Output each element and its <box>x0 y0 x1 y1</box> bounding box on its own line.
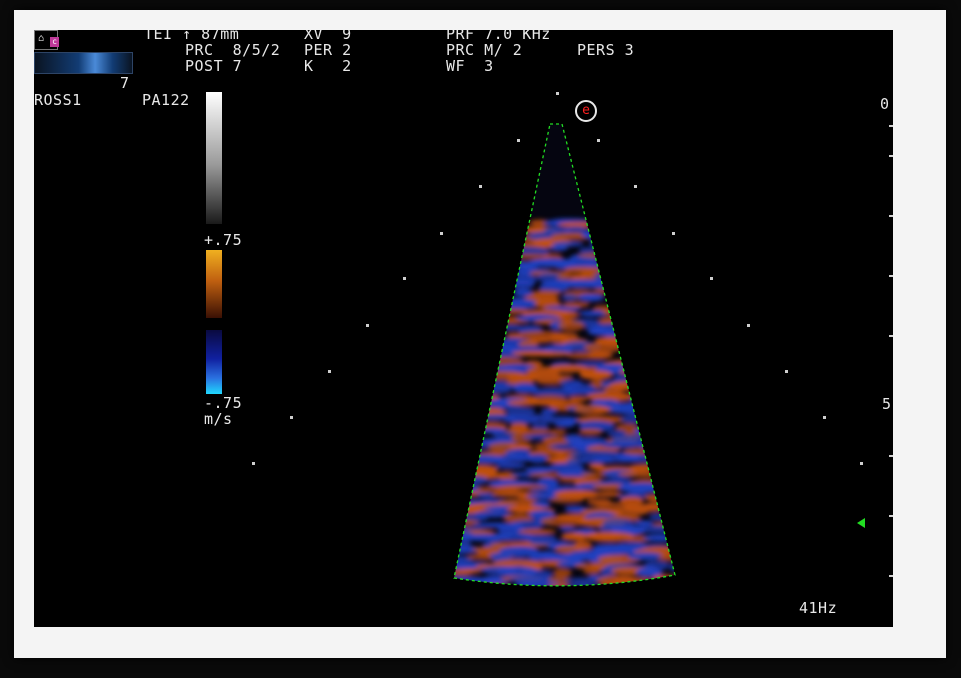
doppler-streak <box>568 396 589 402</box>
doppler-streak <box>618 470 670 478</box>
doppler-streak <box>622 447 663 455</box>
doppler-streak <box>618 454 669 463</box>
doppler-streak <box>633 427 657 435</box>
focus-marker-icon <box>857 518 865 528</box>
doppler-streak <box>660 575 675 583</box>
doppler-streak <box>618 482 669 493</box>
doppler-streak <box>622 503 667 513</box>
doppler-streak <box>592 288 618 294</box>
doppler-streak <box>492 298 540 310</box>
doppler-streak <box>619 369 642 375</box>
doppler-streak <box>527 453 549 464</box>
doppler-streak <box>540 408 558 415</box>
doppler-streak <box>633 520 654 526</box>
doppler-streak <box>480 383 512 395</box>
doppler-streak <box>649 513 669 521</box>
doppler-streak <box>505 428 555 435</box>
doppler-streak <box>456 475 489 485</box>
doppler-streak <box>587 350 614 360</box>
frame-right-border <box>893 30 929 640</box>
doppler-streak <box>579 370 613 380</box>
doppler-streak <box>637 441 658 449</box>
doppler-streak <box>577 252 626 259</box>
doppler-streak <box>601 329 643 338</box>
doppler-streak <box>622 581 663 586</box>
doppler-streak <box>454 580 467 586</box>
doppler-streak <box>657 555 675 562</box>
doppler-streak <box>533 351 572 357</box>
ultrasound-screen: ⌂ c TEI ↑ 87mm XV 9 PRF 7.0 KHz PRC 8/5/… <box>34 30 893 627</box>
frame-rate: 41Hz <box>799 599 838 617</box>
doppler-streak <box>549 496 584 504</box>
doppler-streak <box>557 320 585 332</box>
doppler-streak <box>459 568 482 574</box>
doppler-streak <box>482 584 512 586</box>
doppler-streak <box>549 245 569 251</box>
marker-e-icon: e <box>575 100 597 122</box>
doppler-streak <box>494 454 534 463</box>
doppler-streak <box>557 221 609 228</box>
doppler-streak <box>584 278 627 290</box>
doppler-sector <box>453 123 676 587</box>
doppler-streak <box>642 582 675 586</box>
doppler-streak <box>627 552 663 561</box>
doppler-streak <box>603 385 625 394</box>
doppler-streak <box>578 428 603 436</box>
doppler-streak <box>559 526 576 532</box>
doppler-streak <box>510 280 535 290</box>
doppler-streak <box>565 583 602 586</box>
doppler-streak <box>619 496 644 505</box>
doppler-streak <box>562 301 590 308</box>
doppler-streak <box>553 568 572 578</box>
doppler-streak <box>642 534 675 542</box>
doppler-streak <box>583 568 601 575</box>
doppler-streak <box>528 337 554 344</box>
doppler-streak <box>630 395 650 405</box>
doppler-streak <box>577 293 605 302</box>
doppler-streak <box>581 229 608 240</box>
doppler-streak <box>495 463 527 469</box>
doppler-streak <box>601 441 642 449</box>
doppler-streak <box>629 463 674 471</box>
doppler-streak <box>634 524 675 533</box>
doppler-streak <box>561 293 578 302</box>
doppler-streak <box>602 306 635 317</box>
doppler-streak <box>554 420 576 428</box>
doppler-streak <box>549 428 567 436</box>
